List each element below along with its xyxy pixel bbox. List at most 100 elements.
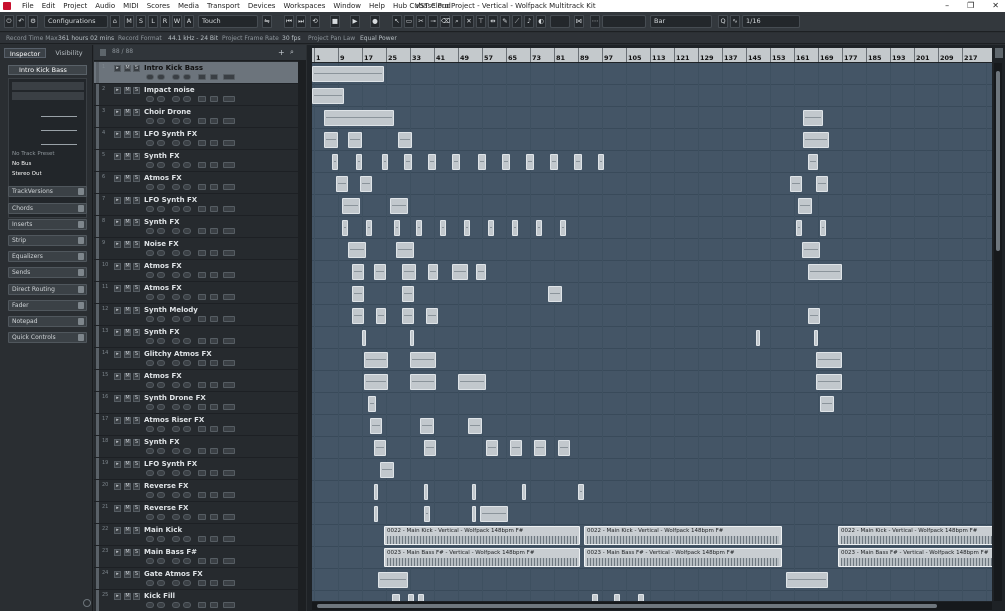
grid-type-dropdown[interactable] (602, 15, 646, 28)
zoom-tool-icon[interactable]: ⌕ (452, 15, 462, 28)
audio-event[interactable] (488, 220, 494, 236)
track-name[interactable]: Main Bass F# (144, 548, 197, 556)
track-row[interactable]: 5 ▸ M S Synth FX (94, 150, 298, 172)
ruler-bar-label[interactable]: 217 (962, 48, 978, 62)
read-automation-button[interactable] (172, 228, 180, 234)
monitor-button[interactable] (157, 162, 165, 168)
monitor-button[interactable] (157, 426, 165, 432)
read-automation-button[interactable] (172, 316, 180, 322)
nudge-dropdown[interactable] (550, 15, 570, 28)
track-expand-icon[interactable]: ▸ (114, 395, 121, 402)
edit-channel-button[interactable] (198, 250, 206, 256)
inspector-track-name[interactable]: Intro Kick Bass (8, 65, 87, 75)
section-quick-controls[interactable]: Quick Controls (8, 332, 87, 343)
horizontal-scrollbar[interactable] (312, 602, 992, 610)
track-expand-icon[interactable]: ▸ (114, 219, 121, 226)
track-buttons-row[interactable] (12, 82, 84, 90)
write-automation-button[interactable] (183, 338, 191, 344)
solo-button[interactable]: S (133, 175, 140, 182)
ruler-bar-label[interactable]: 73 (530, 48, 541, 62)
audio-event[interactable] (394, 220, 400, 236)
track-list-scrollbar[interactable] (298, 61, 306, 611)
read-automation-button[interactable] (172, 536, 180, 542)
monitor-button[interactable] (157, 140, 165, 146)
lock-button[interactable] (210, 118, 218, 124)
record-enable-button[interactable] (146, 536, 154, 542)
record-enable-button[interactable] (146, 404, 154, 410)
cycle-icon[interactable]: ⟲ (310, 15, 320, 28)
track-expand-icon[interactable]: ▸ (114, 593, 121, 600)
lock-button[interactable] (210, 74, 218, 80)
close-icon[interactable]: ✕ (992, 1, 999, 10)
track-row[interactable]: 2 ▸ M S Impact noise (94, 84, 298, 106)
track-name[interactable]: Reverse FX (144, 482, 188, 490)
ruler-bar-label[interactable]: 97 (602, 48, 613, 62)
ruler-bar-label[interactable]: 177 (842, 48, 858, 62)
activate-project-button[interactable]: ⏻ (4, 15, 14, 28)
monitor-button[interactable] (157, 294, 165, 300)
timebase-button[interactable] (223, 316, 235, 322)
track-expand-icon[interactable]: ▸ (114, 527, 121, 534)
delay-fader[interactable] (41, 137, 77, 145)
audio-event[interactable] (458, 374, 486, 390)
history-icon[interactable]: ↶ (16, 15, 26, 28)
ruler-bar-label[interactable]: 145 (746, 48, 762, 62)
audio-clip[interactable]: 0022 - Main Kick - Vertical - Wolfpack 1… (838, 526, 992, 545)
track-name[interactable]: Synth FX (144, 218, 180, 226)
ruler-bar-label[interactable]: 201 (914, 48, 930, 62)
record-enable-button[interactable] (146, 492, 154, 498)
solo-button[interactable]: S (133, 461, 140, 468)
write-automation-button[interactable] (183, 426, 191, 432)
section-equalizers[interactable]: Equalizers (8, 251, 87, 262)
track-row[interactable]: 16 ▸ M S Synth Drone FX (94, 392, 298, 414)
track-row[interactable]: 1 ▸ M S Intro Kick Bass (94, 62, 298, 84)
solo-button[interactable]: S (133, 153, 140, 160)
mute-button[interactable]: M (124, 527, 131, 534)
track-name[interactable]: Synth FX (144, 438, 180, 446)
record-enable-button[interactable] (146, 206, 154, 212)
lock-button[interactable] (210, 382, 218, 388)
ruler-bar-label[interactable]: 57 (482, 48, 493, 62)
track-row[interactable]: 3 ▸ M S Choir Drone (94, 106, 298, 128)
timebase-button[interactable] (223, 470, 235, 476)
write-automation-button[interactable] (183, 558, 191, 564)
track-name[interactable]: LFO Synth FX (144, 196, 197, 204)
lock-button[interactable] (210, 602, 218, 608)
read-automation-button[interactable] (172, 514, 180, 520)
solo-button[interactable]: S (133, 593, 140, 600)
track-name[interactable]: LFO Synth FX (144, 130, 197, 138)
write-automation-button[interactable] (183, 250, 191, 256)
lock-button[interactable] (210, 250, 218, 256)
track-name[interactable]: LFO Synth FX (144, 460, 197, 468)
read-automation-button[interactable] (172, 602, 180, 608)
mute-button[interactable]: M (124, 241, 131, 248)
audio-event[interactable] (392, 594, 400, 601)
monitor-button[interactable] (157, 558, 165, 564)
audio-event[interactable] (592, 594, 598, 601)
solo-button[interactable]: S (133, 373, 140, 380)
ruler-bar-label[interactable]: 113 (650, 48, 666, 62)
audio-event[interactable] (374, 484, 378, 500)
audio-clip[interactable]: 0022 - Main Kick - Vertical - Wolfpack 1… (584, 526, 782, 545)
record-enable-button[interactable] (146, 118, 154, 124)
lock-button[interactable] (210, 514, 218, 520)
audio-event[interactable] (342, 220, 348, 236)
track-expand-icon[interactable]: ▸ (114, 65, 121, 72)
read-automation-button[interactable] (172, 404, 180, 410)
ruler-bar-label[interactable]: 49 (458, 48, 469, 62)
ruler-bar-label[interactable]: 89 (578, 48, 589, 62)
timebase-button[interactable] (223, 206, 235, 212)
monitor-button[interactable] (157, 184, 165, 190)
track-color-strip[interactable] (96, 414, 99, 435)
mute-button[interactable]: M (124, 175, 131, 182)
mute-button[interactable]: M (124, 417, 131, 424)
write-automation-button[interactable] (183, 448, 191, 454)
ruler-bar-label[interactable]: 81 (554, 48, 565, 62)
audio-event[interactable] (410, 330, 414, 346)
audio-event[interactable] (816, 176, 828, 192)
range-tool-icon[interactable]: ▭ (404, 15, 414, 28)
audio-event[interactable] (548, 286, 562, 302)
timebase-button[interactable] (223, 140, 235, 146)
audio-event[interactable] (402, 286, 414, 302)
track-name[interactable]: Impact noise (144, 86, 195, 94)
